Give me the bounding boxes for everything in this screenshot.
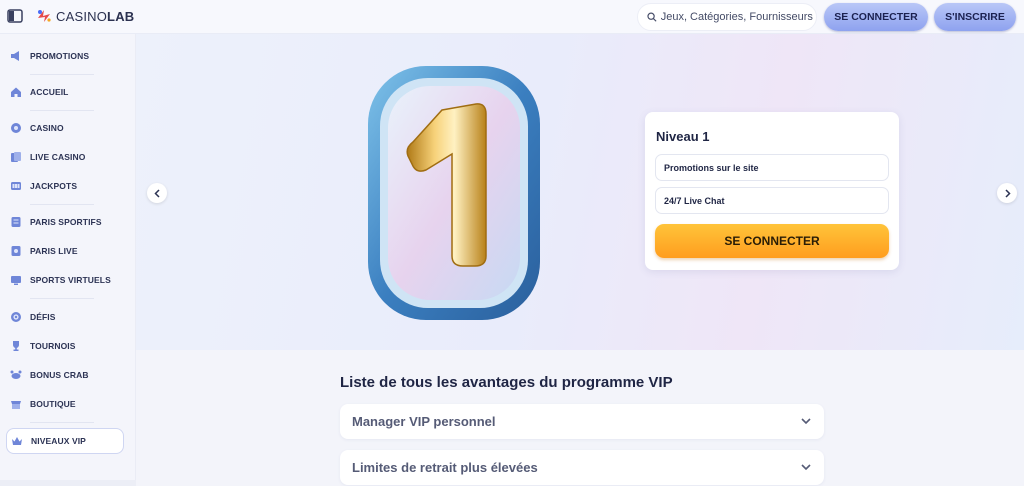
home-icon bbox=[10, 86, 22, 98]
chevron-left-icon bbox=[153, 188, 160, 198]
sidebar-divider bbox=[30, 422, 94, 423]
vip-perk-row: 24/7 Live Chat bbox=[655, 187, 889, 214]
sidebar-item-label: BONUS CRAB bbox=[30, 370, 89, 380]
accordion-item[interactable]: Limites de retrait plus élevées bbox=[340, 450, 824, 485]
register-button[interactable]: S'INSCRIRE bbox=[934, 3, 1016, 31]
sidebar-item-jackpots[interactable]: JACKPOTS bbox=[6, 174, 124, 198]
sidebar-toggle-button[interactable] bbox=[5, 6, 25, 26]
sidebar-divider bbox=[30, 298, 94, 299]
search-icon bbox=[647, 12, 657, 22]
jackpot-icon bbox=[10, 180, 22, 192]
sidebar-item-label: ACCUEIL bbox=[30, 87, 69, 97]
login-button[interactable]: SE CONNECTER bbox=[824, 3, 928, 31]
sidebar-divider bbox=[30, 110, 94, 111]
sidebar-item-sports-virtuels[interactable]: SPORTS VIRTUELS bbox=[6, 268, 124, 292]
sidebar-toggle-icon bbox=[7, 9, 23, 23]
sidebar-item-label: PROMOTIONS bbox=[30, 51, 90, 61]
card-login-button[interactable]: SE CONNECTER bbox=[655, 224, 889, 258]
live-cards-icon bbox=[10, 151, 22, 163]
top-bar: CASINOLAB SE CONNECTER S'INSCRIRE bbox=[0, 0, 1024, 34]
search-input[interactable] bbox=[660, 11, 816, 23]
sidebar-item-label: CASINO bbox=[30, 123, 64, 133]
sidebar-item-boutique[interactable]: BOUTIQUE bbox=[6, 392, 124, 416]
sidebar-footer-strip bbox=[0, 480, 136, 486]
crown-icon bbox=[11, 435, 23, 447]
sidebar-item-label: TOURNOIS bbox=[30, 341, 76, 351]
sidebar-item-live-casino[interactable]: LIVE CASINO bbox=[6, 145, 124, 169]
sidebar-item-accueil[interactable]: ACCUEIL bbox=[6, 80, 124, 104]
sidebar-item-label: NIVEAUX VIP bbox=[31, 436, 86, 446]
crab-logo-icon bbox=[38, 10, 51, 22]
vip-level-title: Niveau 1 bbox=[656, 129, 710, 144]
sidebar-item-label: PARIS LIVE bbox=[30, 246, 78, 256]
logo-text: CASINOLAB bbox=[56, 8, 135, 24]
sidebar-item-defis[interactable]: DÉFIS bbox=[6, 305, 124, 329]
sidebar-item-label: DÉFIS bbox=[30, 312, 56, 322]
vip-benefits-title: Liste de tous les avantages du programme… bbox=[340, 374, 673, 391]
sidebar-item-label: BOUTIQUE bbox=[30, 399, 76, 409]
vip-perk-row: Promotions sur le site bbox=[655, 154, 889, 181]
accordion-item[interactable]: Manager VIP personnel bbox=[340, 404, 824, 439]
sidebar-item-label: JACKPOTS bbox=[30, 181, 78, 191]
sidebar-item-niveaux-vip[interactable]: NIVEAUX VIP bbox=[6, 428, 124, 454]
sidebar-divider bbox=[30, 74, 94, 75]
chevron-down-icon bbox=[801, 464, 811, 471]
megaphone-icon bbox=[10, 50, 22, 62]
search-bar[interactable] bbox=[637, 3, 817, 31]
accordion-item-label: Manager VIP personnel bbox=[352, 414, 496, 429]
vip-level-card: Niveau 1 Promotions sur le site 24/7 Liv… bbox=[645, 112, 899, 270]
sidebar-item-label: SPORTS VIRTUELS bbox=[30, 275, 111, 285]
sidebar-divider bbox=[30, 204, 94, 205]
sidebar-item-paris-sportifs[interactable]: PARIS SPORTIFS bbox=[6, 210, 124, 234]
virtual-sports-icon bbox=[10, 274, 22, 286]
chevron-down-icon bbox=[801, 418, 811, 425]
sidebar-item-label: PARIS SPORTIFS bbox=[30, 217, 102, 227]
vip-level-badge: 1 bbox=[368, 66, 540, 320]
trophy-icon bbox=[10, 340, 22, 352]
sidebar-item-paris-live[interactable]: PARIS LIVE bbox=[6, 239, 124, 263]
carousel-prev-button[interactable] bbox=[147, 183, 167, 203]
logo[interactable]: CASINOLAB bbox=[34, 6, 134, 26]
sidebar-item-promotions[interactable]: PROMOTIONS bbox=[6, 44, 124, 68]
crab-icon bbox=[10, 369, 22, 381]
challenge-icon bbox=[10, 311, 22, 323]
live-bet-icon bbox=[10, 245, 22, 257]
shop-icon bbox=[10, 398, 22, 410]
sports-ticket-icon bbox=[10, 216, 22, 228]
sidebar-item-tournois[interactable]: TOURNOIS bbox=[6, 334, 124, 358]
sidebar-item-label: LIVE CASINO bbox=[30, 152, 86, 162]
sidebar-item-casino[interactable]: CASINO bbox=[6, 116, 124, 140]
chevron-right-icon bbox=[1004, 188, 1011, 198]
casino-chip-icon bbox=[10, 122, 22, 134]
carousel-next-button[interactable] bbox=[997, 183, 1017, 203]
sidebar: PROMOTIONS ACCUEIL CASINO LIVE CASINO JA… bbox=[0, 34, 136, 486]
accordion-item-label: Limites de retrait plus élevées bbox=[352, 460, 538, 475]
sidebar-item-bonus-crab[interactable]: BONUS CRAB bbox=[6, 363, 124, 387]
